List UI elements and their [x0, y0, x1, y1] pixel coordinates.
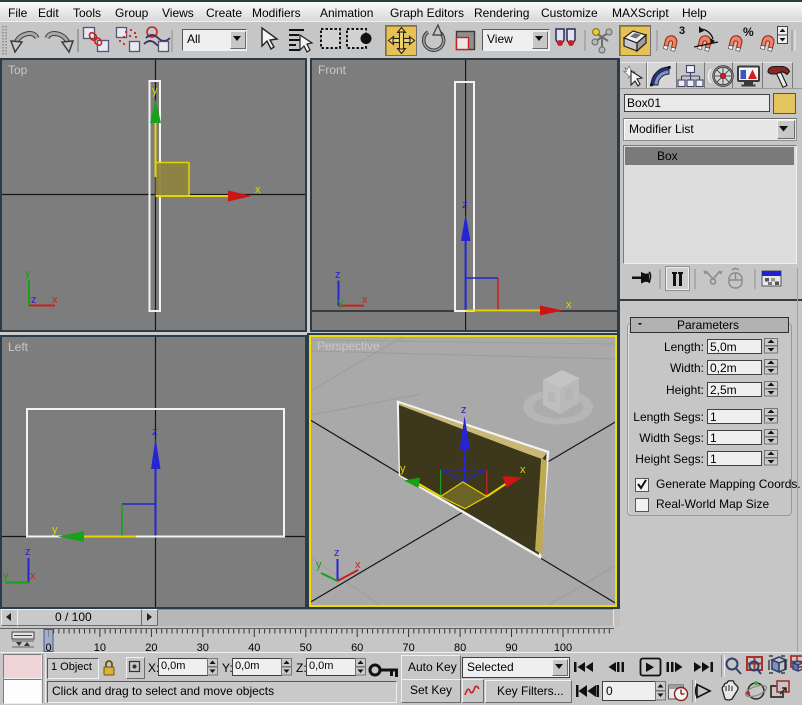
- svg-text:60: 60: [351, 642, 363, 652]
- svg-text:x: x: [255, 184, 261, 196]
- svg-text:20: 20: [145, 642, 157, 652]
- svg-text:z: z: [462, 199, 468, 211]
- svg-text:y: y: [3, 570, 9, 582]
- svg-text:z: z: [334, 547, 340, 559]
- svg-text:0: 0: [45, 642, 51, 652]
- svg-text:x: x: [52, 294, 58, 306]
- svg-text:50: 50: [300, 642, 312, 652]
- svg-text:y: y: [52, 524, 58, 536]
- svg-text:3: 3: [679, 25, 685, 37]
- svg-text:x: x: [520, 464, 526, 476]
- svg-text:y: y: [25, 268, 31, 280]
- svg-text:%: %: [743, 25, 754, 39]
- svg-text:y: y: [338, 297, 344, 309]
- svg-text:z: z: [25, 546, 31, 558]
- svg-text:30: 30: [197, 642, 209, 652]
- svg-text:70: 70: [402, 642, 414, 652]
- svg-text:x: x: [362, 294, 368, 306]
- svg-text:100: 100: [554, 642, 572, 652]
- svg-text:y: y: [152, 85, 158, 97]
- svg-text:x: x: [30, 570, 36, 582]
- svg-text:80: 80: [454, 642, 466, 652]
- svg-text:z: z: [152, 426, 158, 438]
- svg-text:y: y: [400, 463, 406, 475]
- svg-text:z: z: [335, 269, 341, 281]
- svg-text:10: 10: [94, 642, 106, 652]
- svg-text:z: z: [461, 404, 467, 416]
- svg-text:40: 40: [248, 642, 260, 652]
- svg-text:z: z: [31, 294, 37, 306]
- svg-text:x: x: [355, 559, 361, 571]
- svg-text:x: x: [566, 299, 572, 311]
- svg-text:y: y: [316, 559, 322, 571]
- svg-text:90: 90: [505, 642, 517, 652]
